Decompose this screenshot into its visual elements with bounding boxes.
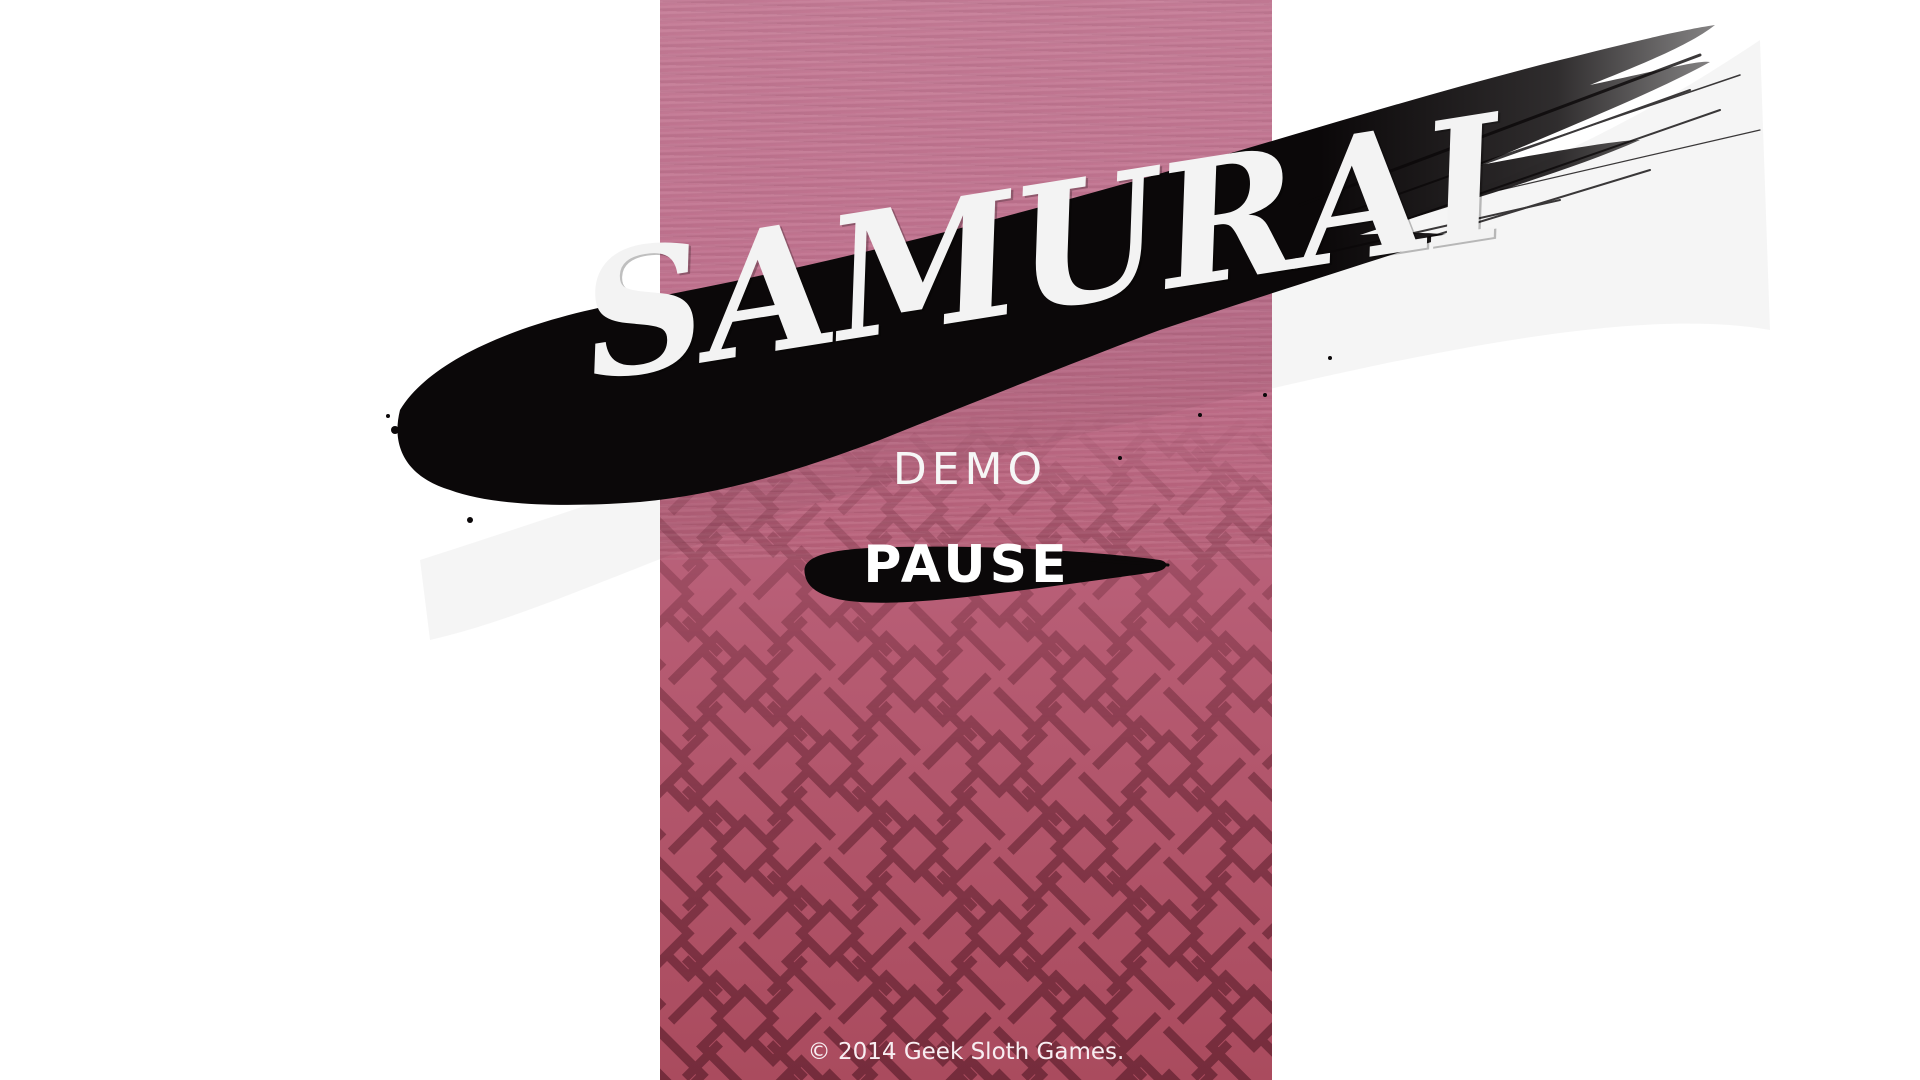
demo-subtitle: DEMO [892,444,1048,495]
copyright-text: © 2014 Geek Sloth Games. [807,1039,1125,1065]
pause-button-label: PAUSE [863,535,1071,595]
pause-button[interactable]: PAUSE [800,530,1160,600]
game-screen: SAMURAI DEMO PAUSE © 2014 Geek Sloth Gam… [0,0,1920,1080]
